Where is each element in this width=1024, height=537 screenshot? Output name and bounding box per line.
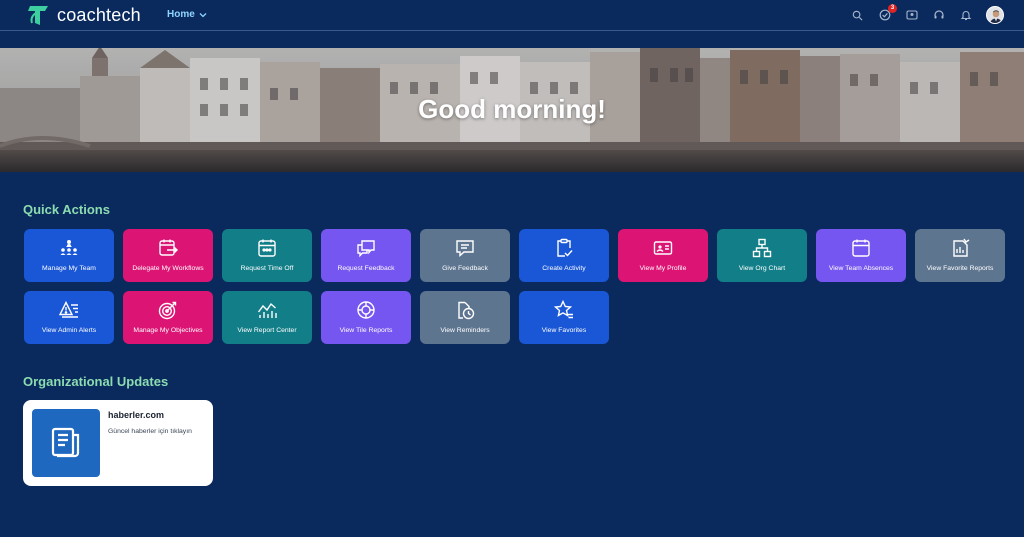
calendar-forward-icon (159, 239, 178, 256)
org-update-name: haberler.com (108, 410, 165, 420)
tile-label: View Favorite Reports (926, 265, 994, 272)
tile-label: View Favorites (541, 327, 587, 334)
tile-manage-my-objectives[interactable]: Manage My Objectives (123, 291, 213, 344)
chevron-down-icon (199, 12, 207, 17)
target-icon (158, 301, 177, 320)
tile-label: View Team Absences (828, 265, 894, 272)
tile-view-report-center[interactable]: View Report Center (222, 291, 312, 344)
alert-list-icon (58, 300, 78, 318)
chat-bubbles-icon (357, 240, 375, 258)
brand-logo[interactable]: coachtech (26, 3, 141, 27)
tile-label: View Tile Reports (339, 327, 393, 334)
tile-label: Give Feedback (442, 265, 488, 272)
reminder-icon (458, 301, 475, 320)
tile-label: View Admin Alerts (41, 327, 97, 334)
tile-give-feedback[interactable]: Give Feedback (420, 229, 510, 282)
home-nav-label: Home (167, 9, 195, 20)
star-list-icon (553, 299, 573, 319)
greeting-heading: Good morning! (418, 94, 606, 124)
clipboard-check-icon (557, 238, 573, 257)
tile-view-favorite-reports[interactable]: View Favorite Reports (915, 229, 1005, 282)
tile-label: Create Activity (542, 265, 586, 272)
tile-label: Manage My Objectives (133, 327, 203, 334)
tile-request-time-off[interactable]: Request Time Off (222, 229, 312, 282)
line-chart-icon (257, 302, 277, 318)
people-icon[interactable] (905, 9, 918, 22)
org-update-card[interactable]: haberler.com Güncel haberler için tıklay… (23, 400, 213, 486)
bell-icon[interactable] (959, 9, 972, 22)
quick-actions-title: Quick Actions (23, 202, 110, 217)
organizational-updates-title: Organizational Updates (23, 374, 169, 389)
calendar-icon (258, 239, 276, 257)
tile-label: Manage My Team (42, 265, 96, 272)
tile-delegate-my-workflows[interactable]: Delegate My Workflows (123, 229, 213, 282)
search-icon[interactable] (851, 9, 864, 22)
tile-report-icon (357, 301, 375, 319)
calendar-icon (852, 239, 870, 257)
top-header: coachtech Home 3 (0, 0, 1024, 31)
tile-manage-my-team[interactable]: Manage My Team (24, 229, 114, 282)
tile-request-feedback[interactable]: Request Feedback (321, 229, 411, 282)
tile-view-tile-reports[interactable]: View Tile Reports (321, 291, 411, 344)
id-card-icon (653, 241, 673, 255)
approvals-icon[interactable]: 3 (878, 3, 897, 22)
tile-label: View My Profile (639, 265, 687, 272)
tile-view-admin-alerts[interactable]: View Admin Alerts (24, 291, 114, 344)
welcome-banner: Good morning! (0, 48, 1024, 172)
report-chart-icon (953, 238, 970, 257)
tile-label: View Report Center (237, 327, 297, 334)
user-avatar[interactable] (986, 6, 1004, 24)
org-update-thumbnail (32, 409, 100, 477)
tile-label: Request Time Off (240, 265, 294, 272)
tile-label: View Reminders (440, 327, 490, 334)
headset-icon[interactable] (932, 9, 945, 22)
org-chart-icon (752, 238, 772, 258)
home-nav-menu[interactable]: Home (167, 9, 207, 20)
tile-view-my-profile[interactable]: View My Profile (618, 229, 708, 282)
comment-icon (456, 240, 474, 258)
tile-view-org-chart[interactable]: View Org Chart (717, 229, 807, 282)
tile-label: Delegate My Workflows (132, 265, 204, 272)
news-document-icon (51, 427, 80, 458)
org-update-description: Güncel haberler için tıklayın (108, 428, 192, 435)
tile-label: View Org Chart (738, 265, 786, 272)
brand-name: coachtech (57, 4, 141, 25)
tile-view-team-absences[interactable]: View Team Absences (816, 229, 906, 282)
header-toolbar: 3 (851, 3, 1004, 24)
team-hierarchy-icon (60, 240, 78, 255)
tile-create-activity[interactable]: Create Activity (519, 229, 609, 282)
logo-mark-icon (28, 6, 48, 25)
notification-badge: 3 (888, 3, 897, 13)
tile-view-reminders[interactable]: View Reminders (420, 291, 510, 344)
tile-view-favorites[interactable]: View Favorites (519, 291, 609, 344)
tile-label: Request Feedback (337, 265, 395, 272)
